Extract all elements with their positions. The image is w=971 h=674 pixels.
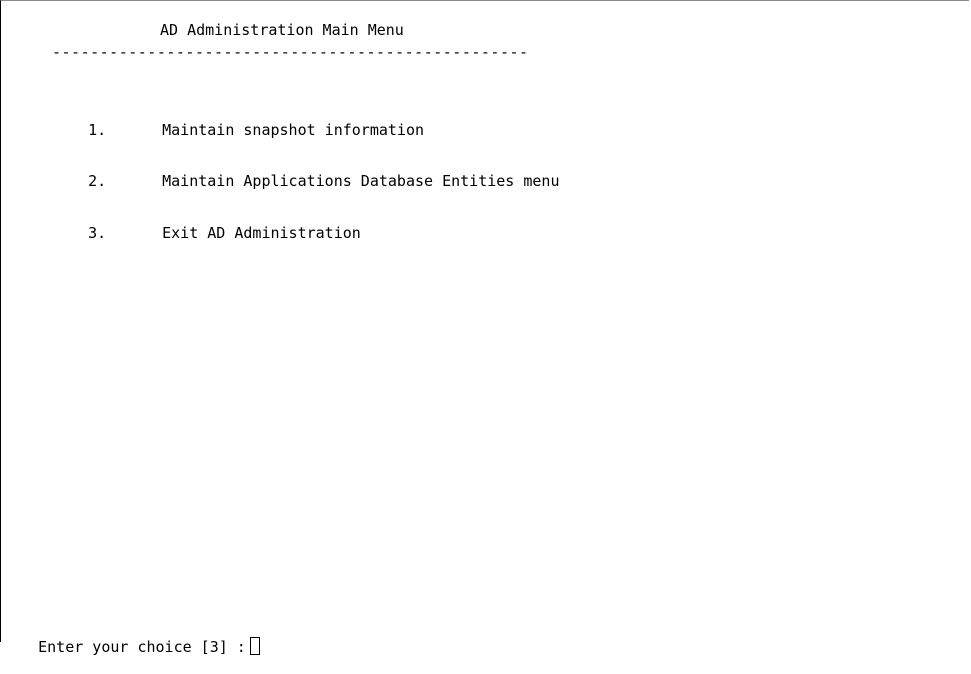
text-cursor[interactable]	[249, 637, 260, 655]
choice-prompt[interactable]: Enter your choice [3] :	[2, 619, 260, 674]
menu-item-number: 2.	[88, 172, 107, 190]
menu-item-number: 1.	[88, 121, 107, 139]
title-separator: ----------------------------------------…	[52, 43, 529, 61]
menu-title: AD Administration Main Menu	[160, 21, 404, 39]
menu-item-number: 3.	[88, 224, 107, 242]
menu-item-label: Exit AD Administration	[162, 224, 361, 242]
menu-item-exit[interactable]: 3. Exit AD Administration	[52, 206, 361, 260]
terminal-window: AD Administration Main Menu ------------…	[0, 0, 969, 656]
menu-item-maintain-snapshot[interactable]: 1. Maintain snapshot information	[52, 103, 424, 157]
menu-item-label: Maintain Applications Database Entities …	[162, 172, 560, 190]
prompt-label: Enter your choice [3] :	[38, 638, 246, 656]
menu-item-maintain-entities[interactable]: 2. Maintain Applications Database Entitie…	[52, 154, 559, 208]
menu-item-label: Maintain snapshot information	[162, 121, 425, 139]
